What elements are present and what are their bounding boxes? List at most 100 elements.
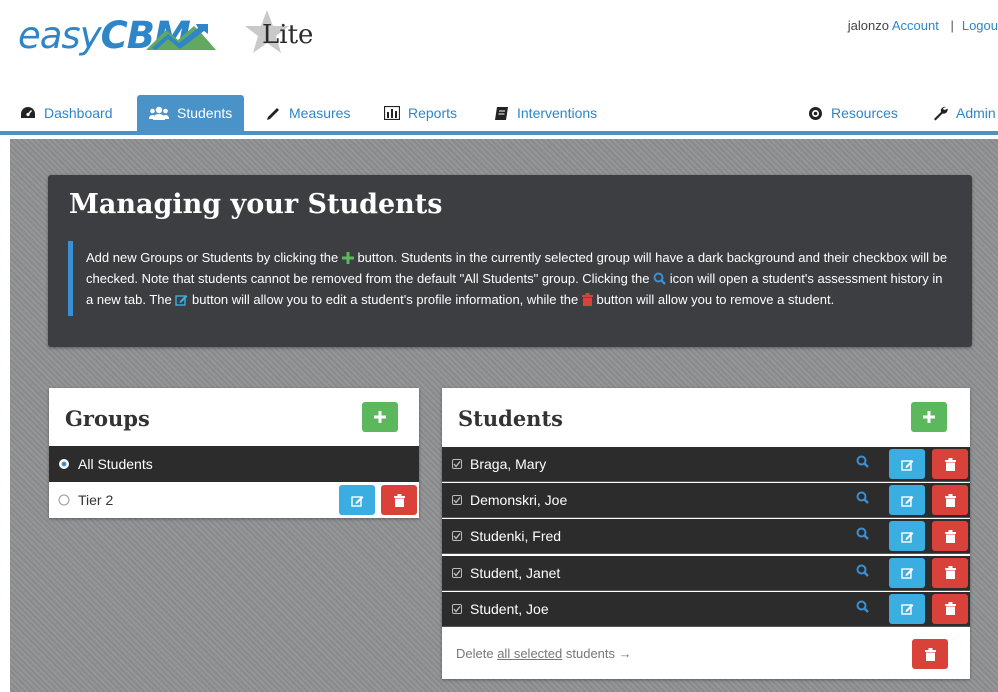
page-title: Managing your Students [69, 189, 443, 220]
add-student-button[interactable] [911, 402, 947, 432]
delete-selected-button[interactable] [912, 639, 948, 669]
view-history-button[interactable] [856, 491, 869, 507]
lite-label: Lite [262, 20, 314, 50]
bar-chart-icon [384, 106, 400, 120]
trash-icon [924, 647, 936, 661]
trash-icon [944, 493, 956, 507]
tab-interventions[interactable]: Interventions [494, 95, 597, 131]
edit-student-button[interactable] [889, 449, 925, 479]
username: jalonzo [847, 18, 889, 33]
tab-resources[interactable]: Resources [808, 95, 898, 131]
edit-student-button[interactable] [889, 593, 925, 624]
delete-group-button[interactable] [381, 485, 417, 515]
tab-resources-label: Resources [831, 105, 898, 121]
search-icon [653, 272, 666, 285]
tab-measures-label: Measures [289, 105, 351, 121]
search-icon [856, 564, 869, 577]
group-row[interactable]: All Students [49, 446, 419, 482]
book-icon [495, 106, 508, 120]
trash-icon [944, 602, 956, 616]
edit-icon [900, 531, 913, 543]
plus-icon [374, 411, 386, 423]
intro-text: Add new Groups or Students by clicking t… [68, 241, 948, 316]
nav-separator: | [950, 18, 954, 33]
logo-easy-text: easy [18, 14, 102, 57]
groups-panel: Groups All Students Tier 2 [49, 388, 419, 518]
edit-student-button[interactable] [889, 557, 925, 588]
trash-icon [944, 566, 956, 580]
student-row[interactable]: Student, Joe [442, 591, 970, 627]
trash-icon [944, 457, 956, 471]
edit-icon [900, 568, 913, 579]
student-name: Student, Janet [470, 564, 561, 581]
search-icon [856, 600, 869, 613]
add-group-button[interactable] [362, 402, 398, 432]
student-name: Braga, Mary [470, 456, 547, 472]
tab-admin-label: Admin [956, 105, 996, 121]
view-history-button[interactable] [856, 564, 869, 580]
tab-reports[interactable]: Reports [384, 95, 457, 131]
student-name: Student, Joe [470, 600, 549, 617]
edit-icon [900, 495, 913, 507]
tab-students-label: Students [177, 105, 233, 121]
tab-measures[interactable]: Measures [266, 95, 350, 131]
view-history-button[interactable] [856, 455, 869, 471]
edit-icon [900, 459, 913, 471]
edit-icon [350, 495, 363, 507]
intro-text-5: button will allow you to remove a studen… [596, 292, 835, 307]
tab-dashboard[interactable]: Dashboard [20, 95, 113, 131]
students-panel: Students Braga, Mary Demonskri, Joe Studen… [442, 388, 970, 679]
main-content: Managing your Students Add new Groups or… [10, 139, 998, 692]
tab-admin[interactable]: Admin [932, 95, 996, 131]
radio-icon [58, 494, 70, 506]
delete-selected-text: Delete all selected students → [456, 646, 632, 661]
users-icon [149, 106, 169, 120]
delete-student-button[interactable] [932, 557, 968, 588]
trash-icon [581, 293, 593, 306]
search-icon [856, 491, 869, 505]
tab-students[interactable]: Students [137, 95, 245, 131]
student-row[interactable]: Demonskri, Joe [442, 483, 970, 519]
checkbox-checked-icon [452, 459, 462, 469]
edit-student-button[interactable] [889, 521, 925, 552]
student-name: Studenki, Fred [470, 528, 562, 545]
groups-title: Groups [65, 406, 150, 431]
all-selected-link[interactable]: all selected [497, 646, 562, 661]
footer-prefix: Delete [456, 646, 494, 661]
students-title: Students [458, 406, 563, 431]
delete-student-button[interactable] [932, 593, 968, 624]
delete-student-button[interactable] [932, 521, 968, 552]
student-name: Demonskri, Joe [470, 492, 568, 509]
view-history-button[interactable] [856, 527, 869, 543]
group-label: Tier 2 [78, 492, 114, 508]
search-icon [856, 455, 869, 468]
intro-text-4: button will allow you to edit a student'… [192, 292, 579, 307]
main-nav: Dashboard Students Measures Reports Inte… [0, 95, 998, 135]
group-row[interactable]: Tier 2 [49, 482, 419, 518]
pencil-icon [267, 107, 279, 120]
compass-icon [809, 106, 822, 120]
plus-icon [341, 252, 354, 264]
checkbox-checked-icon [452, 567, 462, 578]
tab-interventions-label: Interventions [517, 105, 598, 121]
student-row[interactable]: Student, Janet [442, 555, 970, 591]
radio-selected-icon [59, 459, 69, 469]
edit-student-button[interactable] [889, 485, 925, 516]
delete-student-button[interactable] [932, 449, 968, 479]
account-link[interactable]: Account [892, 18, 939, 33]
student-row[interactable]: Braga, Mary [442, 447, 970, 482]
search-icon [856, 527, 869, 541]
student-row[interactable]: Studenki, Fred [442, 519, 970, 555]
delete-student-button[interactable] [932, 485, 968, 516]
logout-link[interactable]: Logou [962, 18, 998, 33]
intro-panel: Managing your Students Add new Groups or… [48, 175, 972, 347]
user-nav: jalonzo Account | Logou [848, 18, 998, 33]
view-history-button[interactable] [856, 600, 869, 616]
edit-group-button[interactable] [339, 485, 375, 515]
trash-icon [944, 529, 956, 543]
tab-reports-label: Reports [408, 105, 458, 121]
tab-dashboard-label: Dashboard [44, 105, 113, 121]
app-header: easyCBM. Lite jalonzo Account |Logou [0, 0, 998, 95]
trash-icon [393, 493, 405, 507]
wrench-icon [934, 106, 948, 121]
